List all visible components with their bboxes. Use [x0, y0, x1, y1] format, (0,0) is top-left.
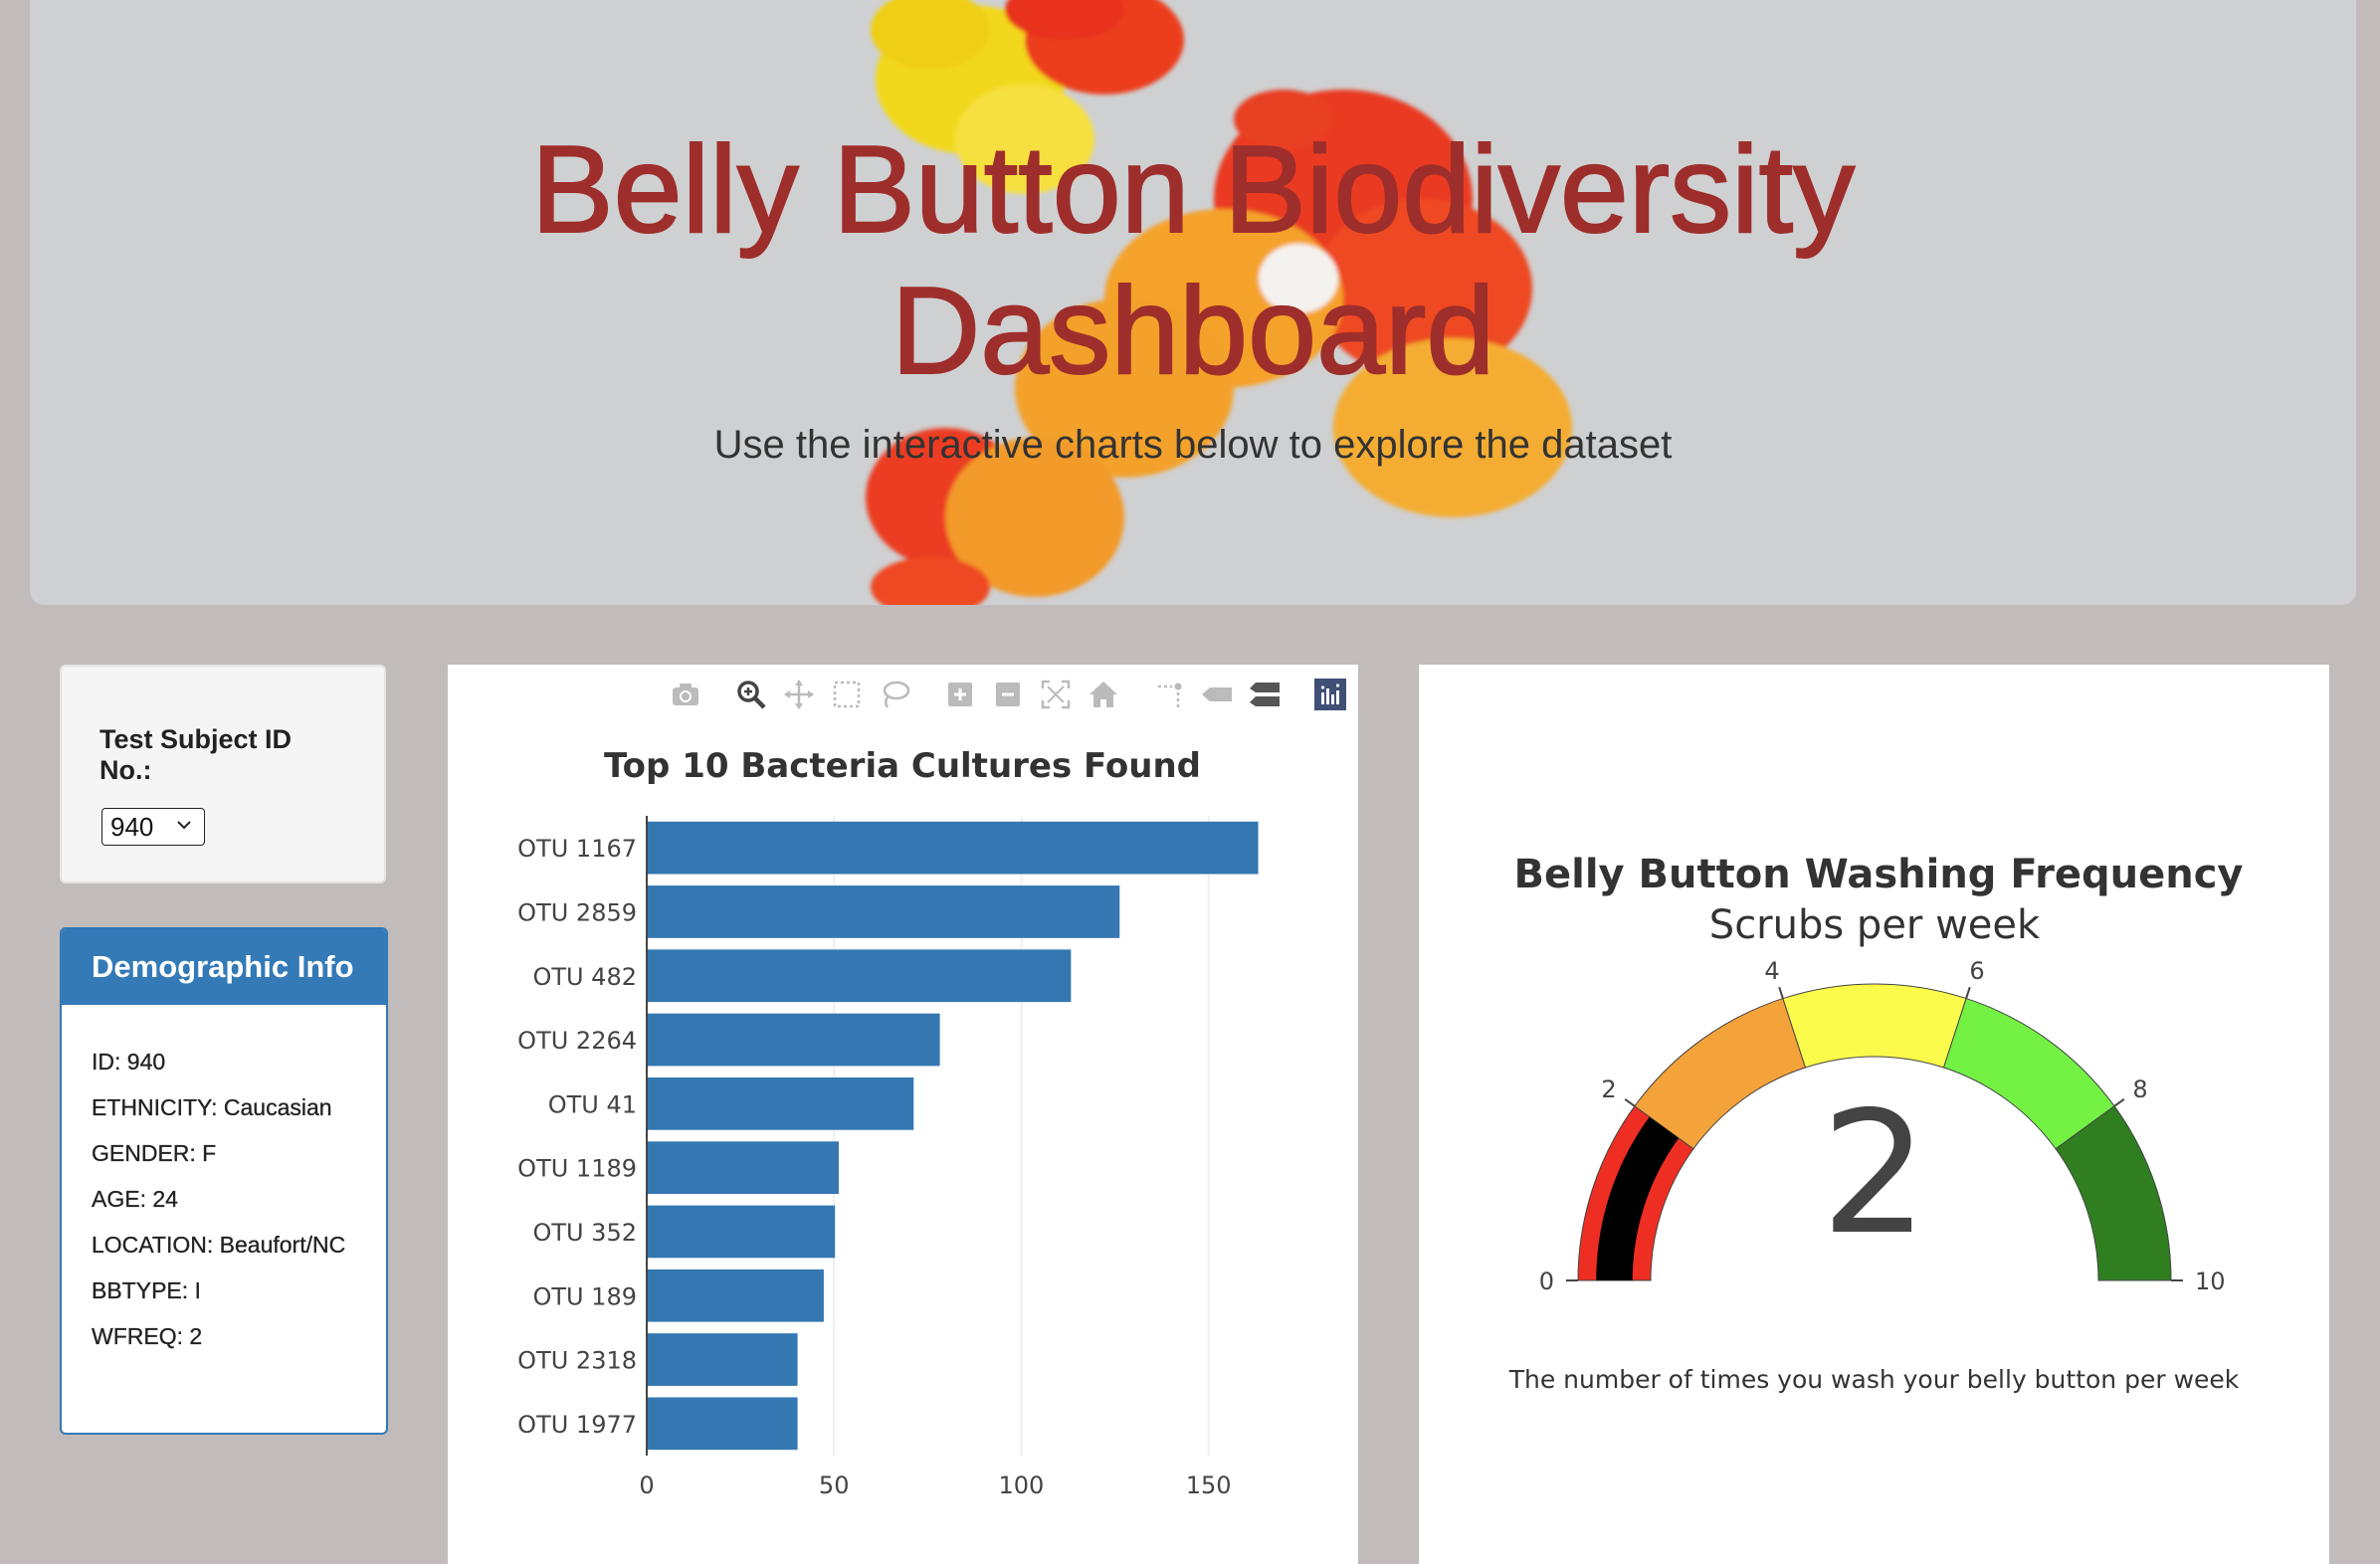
bar-chart-title: Top 10 Bacteria Cultures Found — [604, 746, 1201, 786]
gauge-caption: The number of times you wash your belly … — [1508, 1365, 2240, 1394]
page-title: Belly Button Biodiversity Dashboard — [30, 119, 2356, 402]
bar-chart-bar[interactable] — [648, 1397, 798, 1451]
gauge-tick-label: 0 — [1539, 1268, 1554, 1295]
page-subtitle: Use the interactive charts below to expl… — [713, 423, 1673, 467]
gauge-tick-label: 6 — [1969, 957, 1984, 985]
demographic-item: BBTYPE: I — [92, 1277, 201, 1303]
gauge-tick-label: 2 — [1601, 1075, 1616, 1103]
gauge-tick-label: 10 — [2195, 1268, 2226, 1295]
gauge-chart-svg: Belly Button Washing Frequency Scrubs pe… — [1514, 852, 2244, 1295]
demographic-item: AGE: 24 — [92, 1186, 178, 1212]
demographic-info-heading: Demographic Info — [62, 929, 386, 1005]
bar-chart-card: Top 10 Bacteria Cultures Found OTU 1167 O… — [448, 665, 1358, 1564]
demographic-item: ETHNICITY: Caucasian — [92, 1094, 332, 1120]
gauge-chart-card: Belly Button Washing Frequency Scrubs pe… — [1419, 665, 2329, 1564]
bar-chart-bar[interactable] — [648, 1269, 824, 1322]
subject-selector-label: Test Subject ID No.: — [99, 724, 293, 785]
bar-chart-svg: Top 10 Bacteria Cultures Found OTU 1167O… — [517, 746, 1259, 1499]
demographic-info-panel: Demographic Info ID: 940 ETHNICITY: Cauc… — [60, 927, 388, 1435]
bar-chart-bar[interactable] — [648, 885, 1120, 938]
bar-chart-x-tick-label: 150 — [1186, 1471, 1232, 1499]
demographic-item: GENDER: F — [92, 1140, 217, 1166]
bar-chart-bar[interactable] — [648, 821, 1259, 875]
gauge-title: Belly Button Washing Frequency — [1514, 852, 2244, 897]
subject-id-selected-value: 940 — [110, 812, 154, 842]
subject-selector-well: Test Subject ID No.: 940 — [60, 665, 386, 883]
gauge-step-segment — [1782, 983, 1967, 1069]
gauge-tick-mark — [1965, 986, 1971, 999]
demographic-item: WFREQ: 2 — [92, 1323, 203, 1349]
subject-id-dropdown[interactable]: 940 — [101, 808, 205, 846]
bar-chart-y-label: OTU 1977 — [517, 1411, 637, 1439]
demographic-item: ID: 940 — [92, 1049, 166, 1075]
gauge-subtitle: Scrubs per week — [1709, 902, 2041, 948]
bar-chart-x-ticks: 0 50 100 150 — [639, 1471, 1231, 1499]
bar-chart-y-label: OTU 2264 — [517, 1027, 637, 1055]
bar-chart-x-tick-label: 0 — [639, 1471, 654, 1499]
bar-chart-y-label: OTU 1189 — [517, 1155, 637, 1183]
bar-chart-bar[interactable] — [648, 1333, 798, 1386]
bar-chart-bar[interactable] — [648, 949, 1072, 1003]
bar-chart-y-label: OTU 189 — [532, 1282, 637, 1310]
bar-chart-bar[interactable] — [648, 1141, 839, 1195]
bar-chart-y-label: OTU 1167 — [517, 835, 637, 863]
gauge-tick-mark — [1624, 1097, 1636, 1107]
demographic-item: LOCATION: Beaufort/NC — [92, 1232, 346, 1258]
bar-chart-y-label: OTU 41 — [548, 1090, 637, 1118]
bar-chart-bar[interactable] — [648, 1013, 940, 1067]
bar-chart-y-label: OTU 2318 — [517, 1347, 637, 1375]
page-title-line1: Belly Button Biodiversity — [530, 120, 1856, 260]
chevron-down-icon — [177, 821, 191, 830]
bar-chart-bar[interactable] — [648, 1205, 836, 1259]
page-title-line2: Dashboard — [891, 262, 1496, 401]
bar-chart-y-label: OTU 352 — [532, 1219, 637, 1247]
gauge-value-number: 2 — [1821, 1075, 1928, 1272]
bar-chart-y-label: OTU 2859 — [517, 898, 637, 926]
bar-chart-bar[interactable] — [648, 1076, 914, 1130]
bar-chart-x-tick-label: 50 — [819, 1471, 850, 1499]
gauge-tick-mark — [2113, 1097, 2125, 1107]
header-jumbotron: Belly Button Biodiversity Dashboard Use … — [30, 0, 2356, 605]
gauge-tick-label: 8 — [2132, 1075, 2147, 1103]
bar-chart-bars — [648, 821, 1259, 1451]
gauge-tick-mark — [1778, 986, 1784, 999]
bar-chart-y-labels: OTU 1167 OTU 2859 OTU 482 OTU 2264 OTU 41 OTU… — [517, 835, 637, 1439]
dashboard-page: Belly Button Biodiversity Dashboard Use … — [0, 0, 2380, 1564]
demographic-info-body: ID: 940 ETHNICITY: Caucasian GENDER: F A… — [62, 1005, 386, 1349]
bar-chart-y-label: OTU 482 — [532, 963, 637, 991]
gauge-tick-label: 4 — [1764, 957, 1779, 985]
bar-chart-x-tick-label: 100 — [998, 1471, 1044, 1499]
